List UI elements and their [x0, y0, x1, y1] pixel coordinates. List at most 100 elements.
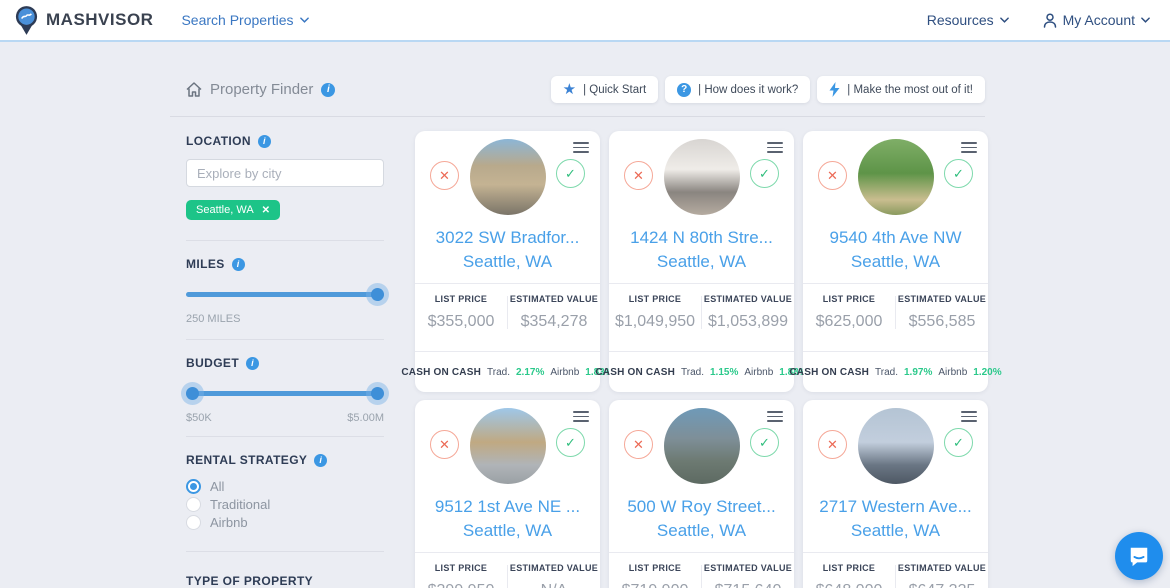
- reject-button[interactable]: ✕: [624, 161, 653, 190]
- card-menu-icon[interactable]: [573, 142, 589, 153]
- property-photo[interactable]: [858, 139, 934, 215]
- radio-traditional[interactable]: Traditional: [186, 497, 384, 512]
- info-icon[interactable]: i: [314, 454, 327, 467]
- filters-sidebar: LOCATION i Seattle, WA ✕ MILES i 250 MIL…: [186, 131, 384, 588]
- trad-value: 2.17%: [516, 367, 544, 378]
- property-address-link[interactable]: 9512 1st Ave NE ...: [415, 496, 600, 518]
- reject-button[interactable]: ✕: [624, 430, 653, 459]
- info-icon[interactable]: i: [258, 135, 271, 148]
- estimated-value: N/A: [508, 582, 600, 588]
- accept-button[interactable]: ✓: [556, 159, 585, 188]
- card-menu-icon[interactable]: [573, 411, 589, 422]
- card-menu-icon[interactable]: [961, 411, 977, 422]
- estimated-value-label: ESTIMATED VALUE: [896, 563, 988, 573]
- question-icon: ?: [677, 83, 691, 97]
- nav-search-properties[interactable]: Search Properties: [181, 12, 308, 28]
- estimated-value-label: ESTIMATED VALUE: [702, 294, 794, 304]
- miles-slider-handle[interactable]: [371, 288, 384, 301]
- budget-min-handle[interactable]: [186, 387, 199, 400]
- trad-value: 1.97%: [904, 367, 932, 378]
- property-city-link[interactable]: Seattle, WA: [803, 249, 988, 274]
- estimated-value: $1,053,899: [702, 313, 794, 331]
- nav-resources[interactable]: Resources: [927, 12, 1009, 28]
- budget-min-value: $50K: [186, 412, 212, 424]
- airbnb-label: Airbnb: [744, 367, 773, 378]
- x-icon: ✕: [439, 437, 450, 453]
- property-city-link[interactable]: Seattle, WA: [803, 518, 988, 543]
- x-icon: ✕: [827, 168, 838, 184]
- reject-button[interactable]: ✕: [818, 430, 847, 459]
- property-address-link[interactable]: 9540 4th Ave NW: [803, 227, 988, 249]
- check-icon: ✓: [953, 435, 964, 451]
- accept-button[interactable]: ✓: [750, 159, 779, 188]
- info-icon[interactable]: i: [246, 357, 259, 370]
- radio-all[interactable]: All: [186, 479, 384, 494]
- quick-start-button[interactable]: ★ | Quick Start: [551, 76, 659, 103]
- airbnb-label: Airbnb: [938, 367, 967, 378]
- card-menu-icon[interactable]: [961, 142, 977, 153]
- budget-slider: [186, 387, 384, 400]
- property-photo[interactable]: [664, 139, 740, 215]
- property-cards-grid: ✕ ✓ 3022 SW Bradfor... Seattle, WA LIST …: [415, 131, 988, 588]
- accept-button[interactable]: ✓: [556, 428, 585, 457]
- list-price-label: LIST PRICE: [803, 563, 895, 573]
- trad-label: Trad.: [875, 367, 898, 378]
- nav-my-account[interactable]: My Account: [1043, 12, 1150, 28]
- x-icon: ✕: [439, 168, 450, 184]
- property-city-link[interactable]: Seattle, WA: [609, 249, 794, 274]
- remove-tag-icon[interactable]: ✕: [262, 205, 270, 216]
- property-photo[interactable]: [470, 139, 546, 215]
- list-price-label: LIST PRICE: [415, 563, 507, 573]
- property-city-link[interactable]: Seattle, WA: [415, 518, 600, 543]
- info-icon[interactable]: i: [232, 258, 245, 271]
- top-navbar: MASHVISOR Search Properties Resources My…: [0, 0, 1170, 42]
- how-it-works-button[interactable]: ? | How does it work?: [665, 76, 810, 103]
- card-menu-icon[interactable]: [767, 142, 783, 153]
- mashvisor-logo[interactable]: MASHVISOR: [14, 5, 153, 36]
- list-price-value: $648,000: [803, 582, 895, 588]
- logo-text: MASHVISOR: [46, 10, 153, 30]
- property-address-link[interactable]: 1424 N 80th Stre...: [609, 227, 794, 249]
- chevron-down-icon: [1000, 17, 1009, 23]
- property-photo[interactable]: [470, 408, 546, 484]
- list-price-label: LIST PRICE: [415, 294, 507, 304]
- location-tag: Seattle, WA ✕: [186, 200, 280, 220]
- list-price-value: $1,049,950: [609, 313, 701, 331]
- cash-on-cash-label: CASH ON CASH: [401, 367, 481, 378]
- list-price-value: $719,900: [609, 582, 701, 588]
- accept-button[interactable]: ✓: [944, 428, 973, 457]
- chevron-down-icon: [1141, 17, 1150, 23]
- accept-button[interactable]: ✓: [750, 428, 779, 457]
- reject-button[interactable]: ✕: [430, 161, 459, 190]
- accept-button[interactable]: ✓: [944, 159, 973, 188]
- rental-strategy-label: RENTAL STRATEGY: [186, 453, 307, 467]
- x-icon: ✕: [633, 168, 644, 184]
- reject-button[interactable]: ✕: [818, 161, 847, 190]
- property-city-link[interactable]: Seattle, WA: [415, 249, 600, 274]
- estimated-value: $354,278: [508, 313, 600, 331]
- info-icon[interactable]: i: [321, 83, 335, 97]
- estimated-value-label: ESTIMATED VALUE: [896, 294, 988, 304]
- radio-icon: [186, 515, 201, 530]
- miles-label: MILES: [186, 257, 225, 271]
- make-most-button[interactable]: | Make the most out of it!: [817, 76, 985, 103]
- radio-icon: [186, 497, 201, 512]
- property-card: ✕ ✓ 9512 1st Ave NE ... Seattle, WA LIST…: [415, 400, 600, 588]
- property-address-link[interactable]: 2717 Western Ave...: [803, 496, 988, 518]
- check-icon: ✓: [565, 435, 576, 451]
- mashvisor-pin-icon: [14, 5, 39, 36]
- property-photo[interactable]: [664, 408, 740, 484]
- property-address-link[interactable]: 500 W Roy Street...: [609, 496, 794, 518]
- list-price-value: $625,000: [803, 313, 895, 331]
- radio-airbnb[interactable]: Airbnb: [186, 515, 384, 530]
- reject-button[interactable]: ✕: [430, 430, 459, 459]
- budget-max-handle[interactable]: [371, 387, 384, 400]
- property-address-link[interactable]: 3022 SW Bradfor...: [415, 227, 600, 249]
- city-search-input[interactable]: [186, 159, 384, 187]
- property-city-link[interactable]: Seattle, WA: [609, 518, 794, 543]
- chevron-down-icon: [300, 17, 309, 23]
- chat-launcher-button[interactable]: [1115, 532, 1163, 580]
- estimated-value: $556,585: [896, 313, 988, 331]
- card-menu-icon[interactable]: [767, 411, 783, 422]
- property-photo[interactable]: [858, 408, 934, 484]
